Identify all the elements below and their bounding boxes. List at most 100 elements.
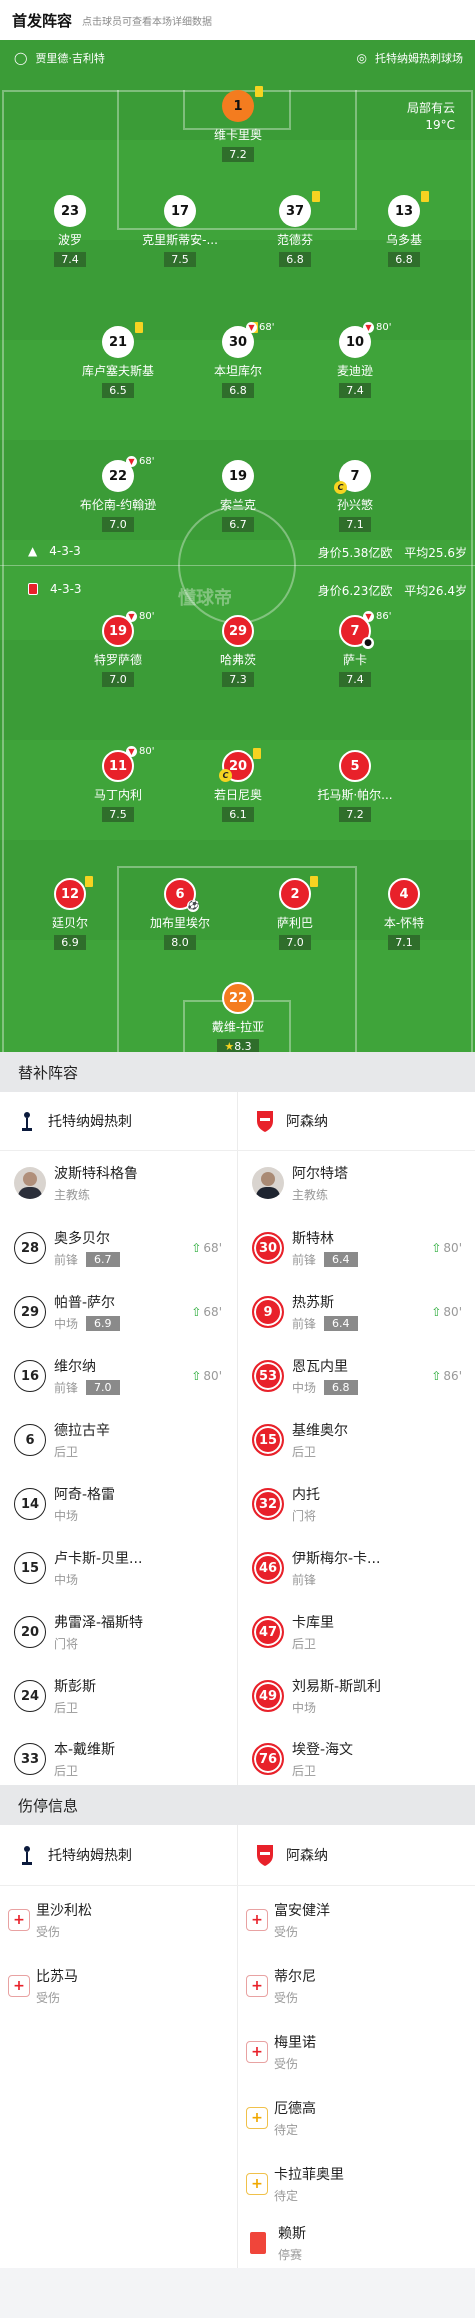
player-rating: 7.4 xyxy=(54,252,86,267)
sub-player-row[interactable]: 24 斯彭斯 后卫 xyxy=(0,1664,236,1728)
player-name: 卢卡斯-贝里... xyxy=(54,1551,143,1567)
shirt-number: 23 xyxy=(54,195,86,227)
player-name: 梅里诺 xyxy=(274,2035,316,2051)
player-marker[interactable]: 30 ▼ 68' 本坦库尔 6.8 xyxy=(183,322,293,398)
player-position: 后卫 xyxy=(292,1445,317,1459)
player-marker[interactable]: 10 ▼ 80' 麦迪逊 7.4 xyxy=(300,322,410,398)
player-marker[interactable]: 17 克里斯蒂安-... 7.5 xyxy=(125,195,235,267)
sub-player-row[interactable]: 49 刘易斯-斯凯利 中场 xyxy=(238,1664,474,1728)
player-rating: 6.4 xyxy=(324,1252,358,1267)
injury-row[interactable]: + 梅里诺 受伤 xyxy=(238,2019,474,2085)
shirt-number: 4 xyxy=(388,878,420,910)
player-name: 卡库里 xyxy=(292,1615,334,1631)
sub-off-icon: ▼ xyxy=(246,322,257,333)
yellow-card-icon xyxy=(85,876,93,887)
subs-section-title: 替补阵容 xyxy=(0,1052,475,1092)
player-marker[interactable]: 7 ● ▼ 86' 萨卡 7.4 xyxy=(300,611,410,687)
sub-player-row[interactable]: 29 帕普-萨尔 中场 6.9 ⇧ 68' xyxy=(0,1280,236,1344)
injury-row[interactable]: + 蒂尔尼 受伤 xyxy=(238,1953,474,2019)
sub-off-indicator: ▼ 86' xyxy=(363,611,391,622)
sub-player-row[interactable]: 53 恩瓦内里 中场 6.8 ⇧ 86' xyxy=(238,1344,474,1408)
sub-player-row[interactable]: 30 斯特林 前锋 6.4 ⇧ 80' xyxy=(238,1216,474,1280)
sub-off-icon: ▼ xyxy=(126,611,137,622)
player-marker[interactable]: 6 ⚽ 加布里埃尔 8.0 xyxy=(125,878,235,950)
player-marker[interactable]: 19 索兰克 6.7 xyxy=(183,460,293,532)
player-rating: 7.3 xyxy=(222,672,254,687)
injury-row[interactable]: + 卡拉菲奥里 待定 xyxy=(238,2151,474,2217)
player-position: 中场 xyxy=(292,1701,317,1715)
injury-status: 受伤 xyxy=(274,2057,299,2071)
shirt-number: 6 xyxy=(14,1424,46,1456)
player-marker[interactable]: 2 萨利巴 7.0 xyxy=(240,876,350,950)
player-marker[interactable]: 20 C 若日尼奥 6.1 xyxy=(183,748,293,822)
shirt-number: 9 xyxy=(252,1296,284,1328)
player-marker[interactable]: 7C 孙兴慜 7.1 xyxy=(300,460,410,532)
player-rating: 6.8 xyxy=(279,252,311,267)
player-marker[interactable]: 21 库卢塞夫斯基 6.5 xyxy=(63,322,173,398)
sub-time: 80' xyxy=(139,746,155,757)
player-marker[interactable]: 22 ▼ 68' 布伦南-约翰逊 7.0 xyxy=(63,456,173,532)
sub-player-row[interactable]: 33 本-戴维斯 后卫 xyxy=(0,1728,236,1790)
subs-panel: 托特纳姆热刺 阿森纳 波斯特科格鲁 主教练 阿尔特塔 主教练 28 奥多贝尔 前锋 6.… xyxy=(0,1092,475,1790)
sub-player-row[interactable]: 15 基维奥尔 后卫 xyxy=(238,1408,474,1472)
player-name: 维尔纳 xyxy=(54,1359,96,1375)
sub-player-row[interactable]: 14 阿奇-格雷 中场 xyxy=(0,1472,236,1536)
player-name: 索兰克 xyxy=(219,498,256,512)
injury-icon: + xyxy=(246,1975,268,1997)
player-marker[interactable]: 5 托马斯·帕尔... 7.2 xyxy=(300,750,410,822)
player-marker[interactable]: 37 范德芬 6.8 xyxy=(240,191,350,267)
player-rating: 6.4 xyxy=(324,1316,358,1331)
player-marker[interactable]: 4 本-怀特 7.1 xyxy=(349,878,459,950)
sub-player-row[interactable]: 16 维尔纳 前锋 7.0 ⇧ 80' xyxy=(0,1344,236,1408)
sub-player-row[interactable]: 76 埃登-海文 后卫 xyxy=(238,1728,474,1790)
injury-row[interactable]: + 厄德高 待定 xyxy=(238,2085,474,2151)
player-marker[interactable]: 11 ▼ 80' 马丁内利 7.5 xyxy=(63,746,173,822)
player-marker[interactable]: 19 ▼ 80' 特罗萨德 7.0 xyxy=(63,611,173,687)
shirt-number: 5 xyxy=(339,750,371,782)
player-rating: 6.1 xyxy=(222,807,254,822)
coach-avatar xyxy=(14,1167,46,1199)
sub-player-row[interactable]: 6 德拉古辛 后卫 xyxy=(0,1408,236,1472)
player-marker[interactable]: 29 哈弗茨 7.3 xyxy=(183,615,293,687)
player-name: 克里斯蒂安-... xyxy=(142,233,218,247)
player-name: 托马斯·帕尔... xyxy=(317,788,393,802)
player-position: 中场 xyxy=(54,1573,79,1587)
injury-status: 停赛 xyxy=(278,2247,303,2262)
sub-player-row[interactable]: 15 卢卡斯-贝里... 中场 xyxy=(0,1536,236,1600)
sub-player-row[interactable]: 46 伊斯梅尔-卡... 前锋 xyxy=(238,1536,474,1600)
sub-off-icon: ▼ xyxy=(126,746,137,757)
player-marker[interactable]: 1 维卡里奥 7.2 xyxy=(183,86,293,162)
sub-time: 68' xyxy=(139,456,155,467)
player-name: 库卢塞夫斯基 xyxy=(81,364,154,378)
player-name: 哈弗茨 xyxy=(219,653,256,667)
player-name: 卡拉菲奥里 xyxy=(274,2167,344,2183)
player-rating: ★8.3 xyxy=(217,1039,259,1052)
sub-player-row[interactable]: 47 卡库里 后卫 xyxy=(238,1600,474,1664)
sub-player-row[interactable]: 9 热苏斯 前锋 6.4 ⇧ 80' xyxy=(238,1280,474,1344)
injury-row[interactable]: + 富安健洋 受伤 xyxy=(238,1887,474,1953)
sub-player-row[interactable]: 28 奥多贝尔 前锋 6.7 ⇧ 68' xyxy=(0,1216,236,1280)
away-team-name: 阿森纳 xyxy=(286,1114,328,1130)
sub-player-row[interactable]: 20 弗雷泽-福斯特 门将 xyxy=(0,1600,236,1664)
player-rating: 7.1 xyxy=(339,517,371,532)
player-marker[interactable]: 12 廷贝尔 6.9 xyxy=(15,876,125,950)
yellow-card-icon xyxy=(421,191,429,202)
injury-status: 受伤 xyxy=(36,1991,61,2005)
injury-row[interactable]: + 比苏马 受伤 xyxy=(0,1953,236,2019)
sub-time: 86' xyxy=(376,611,392,622)
player-rating: 7.4 xyxy=(339,383,371,398)
away-coach[interactable]: 阿尔特塔 主教练 xyxy=(238,1150,474,1216)
player-marker[interactable]: 22 戴维-拉亚 ★8.3 xyxy=(183,982,293,1052)
sub-player-row[interactable]: 32 内托 门将 xyxy=(238,1472,474,1536)
player-marker[interactable]: 13 乌多基 6.8 xyxy=(349,191,459,267)
shirt-number: 30 xyxy=(252,1232,284,1264)
injury-row[interactable]: + 里沙利松 受伤 xyxy=(0,1887,236,1953)
player-marker[interactable]: 23 波罗 7.4 xyxy=(15,195,125,267)
home-team-header: 托特纳姆热刺 xyxy=(0,1825,236,1885)
divider xyxy=(0,1885,475,1886)
injury-row[interactable]: 赖斯 停赛 xyxy=(238,2217,474,2268)
home-coach[interactable]: 波斯特科格鲁 主教练 xyxy=(0,1150,236,1216)
player-name: 奥多贝尔 xyxy=(54,1231,110,1247)
page-title: 首发阵容 xyxy=(12,11,73,30)
player-name: 本-戴维斯 xyxy=(54,1742,116,1758)
